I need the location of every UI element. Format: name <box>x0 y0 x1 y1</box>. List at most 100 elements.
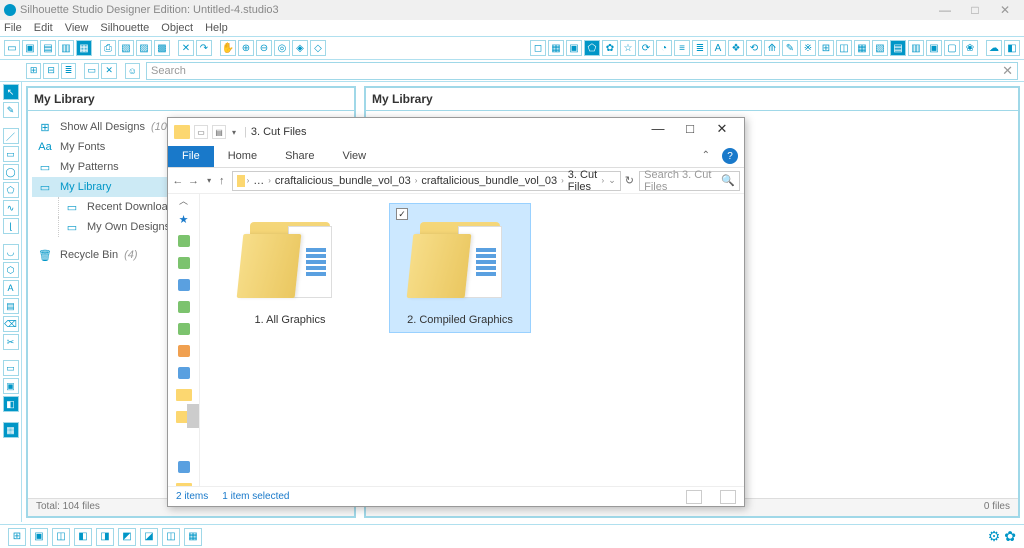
nav-item-icon[interactable] <box>178 301 190 313</box>
menu-help[interactable]: Help <box>205 22 228 34</box>
send-icon[interactable]: ▧ <box>118 40 134 56</box>
search-clear-icon[interactable]: ✕ <box>1002 63 1013 79</box>
eraser-tool-icon[interactable]: ⌫ <box>3 316 19 332</box>
tab-share[interactable]: Share <box>271 146 328 167</box>
settings-gear-icon[interactable]: ⚙ <box>988 528 1001 545</box>
maximize-button[interactable]: □ <box>960 3 990 17</box>
explorer-minimize-button[interactable]: — <box>642 121 674 143</box>
minimize-button[interactable]: — <box>930 3 960 17</box>
fb1-icon[interactable]: ⊞ <box>8 528 26 546</box>
undo-icon[interactable]: ✕ <box>178 40 194 56</box>
search-input[interactable]: Search ✕ <box>146 62 1018 80</box>
store-icon[interactable]: ◧ <box>1004 40 1020 56</box>
nav-back-icon[interactable]: ← <box>172 175 184 187</box>
fb6-icon[interactable]: ◩ <box>118 528 136 546</box>
r12-icon[interactable]: ❖ <box>728 40 744 56</box>
menu-edit[interactable]: Edit <box>34 22 53 34</box>
r17-icon[interactable]: ⊞ <box>818 40 834 56</box>
round-tool-icon[interactable]: ◯ <box>3 164 19 180</box>
r4-icon[interactable]: ⬠ <box>584 40 600 56</box>
r3-icon[interactable]: ▣ <box>566 40 582 56</box>
r24-icon[interactable]: ▢ <box>944 40 960 56</box>
r15-icon[interactable]: ✎ <box>782 40 798 56</box>
r22-icon[interactable]: ▥ <box>908 40 924 56</box>
p1-icon[interactable]: ▭ <box>3 360 19 376</box>
shape-tool-icon[interactable]: ▭ <box>3 146 19 162</box>
r16-icon[interactable]: ※ <box>800 40 816 56</box>
nav-item-icon[interactable] <box>178 323 190 335</box>
r21-icon[interactable]: ▤ <box>890 40 906 56</box>
folder-item[interactable]: 1. All Graphics <box>220 204 360 332</box>
p3-icon[interactable]: ◧ <box>3 396 19 412</box>
view1-icon[interactable]: ⊞ <box>26 63 41 79</box>
p2-icon[interactable]: ▣ <box>3 378 19 394</box>
menu-file[interactable]: File <box>4 22 22 34</box>
qat-new-icon[interactable]: ▤ <box>212 125 226 139</box>
tab-file[interactable]: File <box>168 146 214 167</box>
qat-props-icon[interactable]: ▭ <box>194 125 208 139</box>
view2-icon[interactable]: ⊟ <box>43 63 58 79</box>
curve-tool-icon[interactable]: ∿ <box>3 200 19 216</box>
poly2-tool-icon[interactable]: ⬡ <box>3 262 19 278</box>
arc-tool-icon[interactable]: ◡ <box>3 244 19 260</box>
library-icon[interactable]: ▦ <box>76 40 92 56</box>
nav-scrollbar[interactable] <box>187 404 199 428</box>
redo-icon[interactable]: ↷ <box>196 40 212 56</box>
poly-tool-icon[interactable]: ⬠ <box>3 182 19 198</box>
r2-icon[interactable]: ▦ <box>548 40 564 56</box>
help-icon[interactable]: ? <box>722 148 738 164</box>
save2-icon[interactable]: ▥ <box>58 40 74 56</box>
p4-icon[interactable]: ▦ <box>3 422 19 438</box>
save-icon[interactable]: ▤ <box>40 40 56 56</box>
r13-icon[interactable]: ⟲ <box>746 40 762 56</box>
zoomdrag-icon[interactable]: ◇ <box>310 40 326 56</box>
refresh-icon[interactable]: ↻ <box>625 174 635 187</box>
r6-icon[interactable]: ☆ <box>620 40 636 56</box>
breadcrumb[interactable]: › …› craftalicious_bundle_vol_03› crafta… <box>232 171 621 191</box>
view3-icon[interactable]: ≣ <box>61 63 76 79</box>
knife-tool-icon[interactable]: ✂ <box>3 334 19 350</box>
fb9-icon[interactable]: ▦ <box>184 528 202 546</box>
nav-item-icon[interactable] <box>178 367 190 379</box>
settings-gear2-icon[interactable]: ✿ <box>1004 528 1016 545</box>
r5-icon[interactable]: ✿ <box>602 40 618 56</box>
close-button[interactable]: ✕ <box>990 3 1020 17</box>
menu-object[interactable]: Object <box>161 22 193 34</box>
nav-history-icon[interactable]: ▾ <box>203 176 215 185</box>
explorer-content-area[interactable]: 1. All Graphics ✓ 2. Compiled Graphics <box>200 194 744 486</box>
cut-icon[interactable]: ▨ <box>136 40 152 56</box>
view-details-icon[interactable] <box>686 490 702 504</box>
r18-icon[interactable]: ◫ <box>836 40 852 56</box>
nav-folder-icon[interactable] <box>176 389 192 401</box>
r9-icon[interactable]: ≡ <box>674 40 690 56</box>
edit-tool-icon[interactable]: ✎ <box>3 102 19 118</box>
tab-home[interactable]: Home <box>214 146 271 167</box>
user-icon[interactable]: ☺ <box>125 63 140 79</box>
text-tool-icon[interactable]: A <box>3 280 19 296</box>
nav-item-icon[interactable] <box>178 345 190 357</box>
r14-icon[interactable]: ⟰ <box>764 40 780 56</box>
nav-item-icon[interactable] <box>178 461 190 473</box>
nav-folder-icon[interactable] <box>176 483 192 486</box>
r7-icon[interactable]: ⟳ <box>638 40 654 56</box>
r8-icon[interactable]: ◔ <box>656 40 672 56</box>
menu-view[interactable]: View <box>65 22 89 34</box>
zoomin-icon[interactable]: ⊕ <box>238 40 254 56</box>
r25-icon[interactable]: ❀ <box>962 40 978 56</box>
nav-up-icon[interactable]: ↑ <box>219 175 228 187</box>
print-icon[interactable]: ⎙ <box>100 40 116 56</box>
folder-item-selected[interactable]: ✓ 2. Compiled Graphics <box>390 204 530 332</box>
fb5-icon[interactable]: ◨ <box>96 528 114 546</box>
fb3-icon[interactable]: ◫ <box>52 528 70 546</box>
new-icon[interactable]: ▭ <box>4 40 20 56</box>
zoomout-icon[interactable]: ⊖ <box>256 40 272 56</box>
explorer-nav-pane[interactable]: ︿ ★ ﹀ <box>168 194 200 486</box>
free-tool-icon[interactable]: ɭ <box>3 218 19 234</box>
nav-collapse-up-icon[interactable]: ︿ <box>168 194 199 207</box>
r1-icon[interactable]: ◻ <box>530 40 546 56</box>
menu-silhouette[interactable]: Silhouette <box>100 22 149 34</box>
zoomfit-icon[interactable]: ◈ <box>292 40 308 56</box>
note-tool-icon[interactable]: ▤ <box>3 298 19 314</box>
cloud-icon[interactable]: ☁ <box>986 40 1002 56</box>
view-large-icon[interactable] <box>720 490 736 504</box>
